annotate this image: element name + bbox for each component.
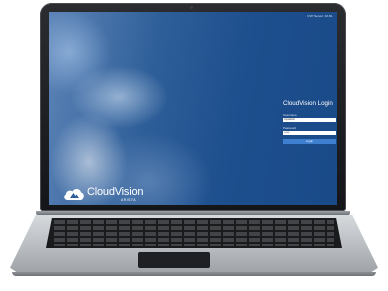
keyboard — [46, 218, 342, 248]
username-label: Username — [283, 113, 297, 117]
server-status-text: CVP Server: 10.81. — [307, 14, 333, 18]
cloud-icon — [64, 188, 84, 200]
brand-name: CloudVision — [87, 186, 144, 198]
webcam — [190, 6, 193, 9]
touchpad — [138, 252, 210, 268]
keyboard-keys — [54, 220, 334, 246]
laptop: CVP Server: 10.81. CloudVision Login Use… — [0, 0, 388, 291]
username-field[interactable]: cvpadmin — [283, 118, 336, 122]
laptop-lid: CVP Server: 10.81. CloudVision Login Use… — [40, 3, 346, 211]
laptop-base-edge — [12, 272, 376, 276]
password-field[interactable]: •••••• — [283, 131, 336, 135]
login-title: CloudVision Login — [283, 100, 333, 107]
cloudvision-brand: CloudVision ARISTA — [63, 186, 153, 204]
laptop-screen: CVP Server: 10.81. CloudVision Login Use… — [49, 12, 337, 205]
laptop-hinge — [36, 211, 350, 215]
login-panel: CloudVision Login Username cvpadmin Pass… — [283, 100, 337, 144]
password-label: Password — [283, 126, 297, 130]
brand-sub: ARISTA — [121, 198, 136, 202]
login-button[interactable]: Login — [283, 139, 336, 144]
